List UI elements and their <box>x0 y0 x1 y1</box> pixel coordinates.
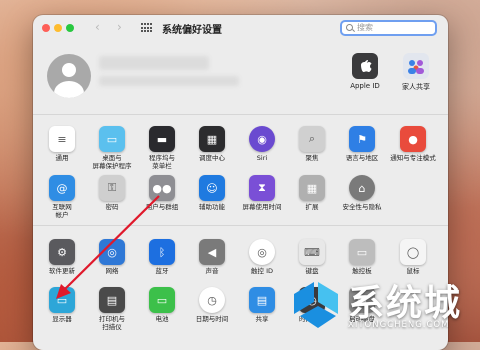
watermark-logo-icon <box>294 282 338 328</box>
watermark: 系统城 XITONGCHENG.COM <box>290 268 480 342</box>
watermark-url: XITONGCHENG.COM <box>348 320 450 330</box>
watermark-text: 系统城 <box>348 283 463 324</box>
